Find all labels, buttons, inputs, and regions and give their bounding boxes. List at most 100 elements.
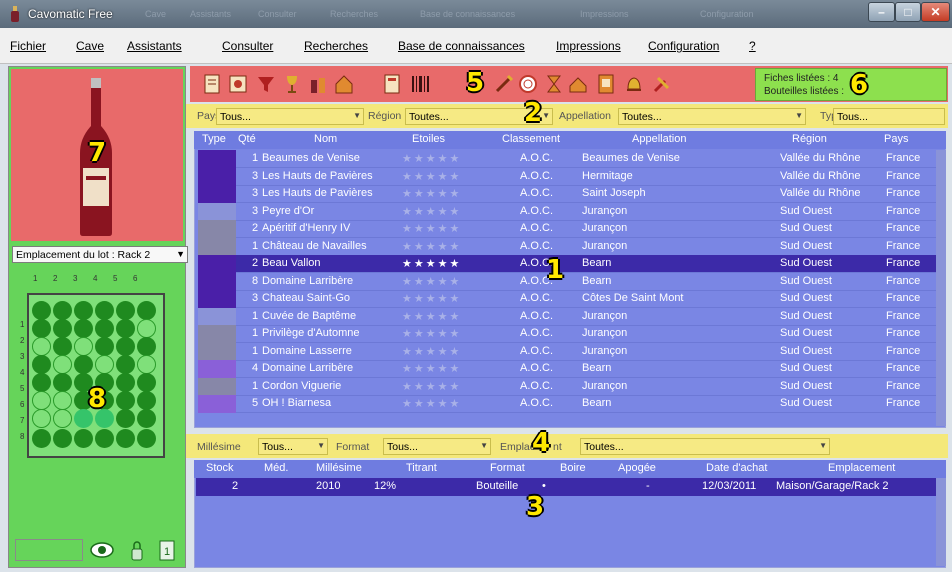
rack-slot[interactable] <box>95 301 114 320</box>
rack-slot[interactable] <box>116 373 135 392</box>
table-row[interactable]: 4 Domaine Larribère A.O.C. Bearn Sud Ouest Fr… <box>236 360 946 378</box>
rack-slot[interactable] <box>53 301 72 320</box>
rack-slot[interactable] <box>32 391 51 410</box>
table-row[interactable]: 1 Domaine Lasserre A.O.C. Jurançon Sud Ouest… <box>236 343 946 361</box>
close-button[interactable]: ✕ <box>921 2 950 22</box>
menu-base-de-connaissances[interactable]: Base de connaissances <box>398 39 525 53</box>
col-emplacement[interactable]: Emplacement <box>828 462 895 474</box>
calendar-icon[interactable]: 1 <box>159 539 175 561</box>
rack-slot[interactable] <box>74 301 93 320</box>
menu-assistants[interactable]: Assistants <box>127 39 182 53</box>
col-etoiles[interactable]: Etoiles <box>412 133 445 145</box>
view-icon[interactable] <box>228 74 248 94</box>
rack-slot[interactable] <box>74 319 93 338</box>
type-select[interactable]: Tous... <box>833 108 945 125</box>
rack-slot[interactable] <box>116 391 135 410</box>
rack-slot[interactable] <box>137 337 156 356</box>
col-med[interactable]: Méd. <box>264 462 288 474</box>
rack-slot[interactable] <box>74 355 93 374</box>
rack-slot[interactable] <box>95 319 114 338</box>
rack-slot[interactable] <box>116 429 135 448</box>
col-apogee[interactable]: Apogée <box>618 462 656 474</box>
emplacement-filter-select[interactable]: Toutes... ▼ <box>580 438 830 455</box>
rack-slot[interactable] <box>53 373 72 392</box>
appellation-select[interactable]: Toutes... ▼ <box>618 108 806 125</box>
rack-slot[interactable] <box>116 355 135 374</box>
menu-configuration[interactable]: Configuration <box>648 39 719 53</box>
rack-slot[interactable] <box>116 337 135 356</box>
rack-slot[interactable] <box>137 409 156 428</box>
col-type[interactable]: Type <box>202 133 226 145</box>
rack-slot[interactable] <box>32 409 51 428</box>
table-row[interactable]: 3 Les Hauts de Pavières A.O.C. Hermitage Val… <box>236 168 946 186</box>
col-millesime[interactable]: Millésime <box>316 462 362 474</box>
table-row[interactable]: 3 Les Hauts de Pavières A.O.C. Saint Joseph… <box>236 185 946 203</box>
rack-slot[interactable] <box>116 319 135 338</box>
col-qte[interactable]: Qté <box>238 133 256 145</box>
rack-slot[interactable] <box>137 301 156 320</box>
rack-slot[interactable] <box>32 429 51 448</box>
table-row[interactable]: 3 Chateau Saint-Go A.O.C. Côtes De Saint Mo… <box>236 290 946 308</box>
table-row[interactable]: 1 Cordon Viguerie A.O.C. Jurançon Sud Ouest F… <box>236 378 946 396</box>
menu-fichier[interactable]: Fichier <box>10 39 46 53</box>
table-row[interactable]: 3 Peyre d'Or A.O.C. Jurançon Sud Ouest France… <box>236 203 946 221</box>
notebook-icon[interactable] <box>596 74 616 94</box>
rack-slot[interactable] <box>74 337 93 356</box>
rack-slot[interactable] <box>53 391 72 410</box>
col-pays[interactable]: Pays <box>884 133 908 145</box>
rack-slot[interactable] <box>95 337 114 356</box>
table-row[interactable]: 1 Beaumes de Venise A.O.C. Beaumes de Venis… <box>236 150 946 168</box>
rack-slot[interactable] <box>137 319 156 338</box>
menu-help[interactable]: ? <box>749 39 756 53</box>
lock-icon[interactable] <box>130 539 144 561</box>
cellar-icon[interactable] <box>334 74 354 94</box>
filter-icon[interactable] <box>256 74 276 94</box>
cellar-house-icon[interactable] <box>568 74 588 94</box>
barcode-icon[interactable] <box>410 74 430 94</box>
table-row[interactable]: 5 OH ! Biarnesa A.O.C. Bearn Sud Ouest France… <box>236 395 946 413</box>
document-icon[interactable] <box>382 74 402 94</box>
rack-slot[interactable] <box>116 301 135 320</box>
emplacement-dropdown[interactable]: Emplacement du lot : Rack 2 ▼ <box>12 246 188 263</box>
bottles-icon[interactable] <box>308 74 328 94</box>
eye-icon[interactable] <box>90 540 114 560</box>
rack-slot[interactable] <box>137 391 156 410</box>
col-classement[interactable]: Classement <box>502 133 560 145</box>
search-box[interactable] <box>15 539 83 561</box>
rack-slot[interactable] <box>53 319 72 338</box>
menu-recherches[interactable]: Recherches <box>304 39 368 53</box>
rack-slot[interactable] <box>53 355 72 374</box>
rack-slot[interactable] <box>32 337 51 356</box>
format-select[interactable]: Tous... ▼ <box>383 438 491 455</box>
rack-slot[interactable] <box>95 355 114 374</box>
rack-slot[interactable] <box>32 373 51 392</box>
col-boire[interactable]: Boire <box>560 462 586 474</box>
rack-slot[interactable] <box>53 429 72 448</box>
minimize-button[interactable]: – <box>868 2 895 22</box>
table-row-selected[interactable]: 2 Beau Vallon A.O.C. Bearn Sud Ouest France ★★… <box>236 255 946 273</box>
hourglass-icon[interactable] <box>544 74 564 94</box>
maximize-button[interactable]: □ <box>895 2 921 22</box>
col-nom[interactable]: Nom <box>314 133 337 145</box>
menu-impressions[interactable]: Impressions <box>556 39 621 53</box>
table-row[interactable]: 8 Domaine Larribère A.O.C. Bearn Sud Ouest Fr… <box>236 273 946 291</box>
col-date-achat[interactable]: Date d'achat <box>706 462 767 474</box>
col-appellation[interactable]: Appellation <box>632 133 686 145</box>
tools-icon[interactable] <box>652 74 672 94</box>
col-format[interactable]: Format <box>490 462 525 474</box>
menu-cave[interactable]: Cave <box>76 39 104 53</box>
col-region[interactable]: Région <box>792 133 827 145</box>
col-titrant[interactable]: Titrant <box>406 462 437 474</box>
lots-scrollbar[interactable] <box>936 478 946 566</box>
rack-slot[interactable] <box>95 429 114 448</box>
new-sheet-icon[interactable] <box>202 74 222 94</box>
rack-slot[interactable] <box>74 429 93 448</box>
rack-slot[interactable] <box>137 355 156 374</box>
rack-slot[interactable] <box>53 337 72 356</box>
table-row[interactable]: 1 Cuvée de Baptême A.O.C. Jurançon Sud Ouest… <box>236 308 946 326</box>
rack-slot[interactable] <box>53 409 72 428</box>
col-stock[interactable]: Stock <box>206 462 234 474</box>
rack-slot[interactable] <box>32 319 51 338</box>
corkscrew-icon[interactable] <box>494 74 514 94</box>
lot-row-selected[interactable]: 2 2010 12% Bouteille • - 12/03/2011 Mais… <box>196 478 936 496</box>
